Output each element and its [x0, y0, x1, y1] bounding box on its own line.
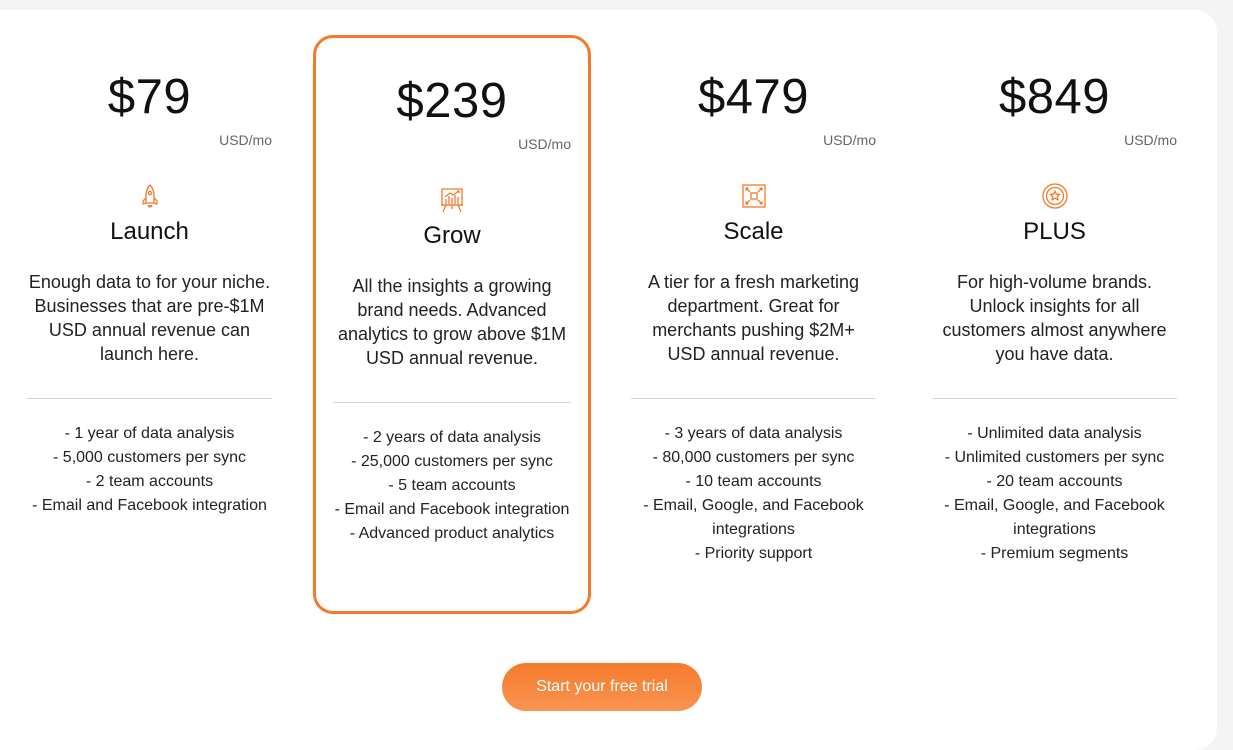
tier-price-unit: USD/mo: [518, 136, 571, 152]
feature-item: - 2 team accounts: [85, 473, 214, 490]
feature-item: - Unlimited customers per sync: [944, 449, 1165, 466]
tier-description: A tier for a fresh marketing department.…: [647, 272, 860, 364]
feature-item: - Email and Facebook integration: [32, 497, 267, 514]
feature-item: - Email, Google, and Facebook integratio…: [643, 497, 864, 538]
tier-name: Scale: [723, 218, 784, 245]
tier-feature-list: - 1 year of data analysis - 5,000 custom…: [27, 422, 272, 518]
scale-expand-icon: [740, 182, 768, 210]
feature-item: - 5 team accounts: [388, 477, 516, 494]
tier-price: $849: [998, 70, 1110, 124]
feature-item: - Advanced product analytics: [349, 525, 555, 542]
tier-feature-list: - 2 years of data analysis - 25,000 cust…: [333, 426, 571, 546]
feature-item: - 10 team accounts: [685, 473, 822, 490]
tier-feature-list: - 3 years of data analysis - 80,000 cust…: [631, 422, 876, 566]
tier-price-unit: USD/mo: [1124, 132, 1177, 148]
start-free-trial-button[interactable]: Start your free trial: [502, 663, 702, 711]
tier-description: All the insights a growing brand needs. …: [337, 276, 567, 368]
feature-item: - Priority support: [694, 545, 813, 562]
tier-divider: [631, 398, 876, 399]
tier-divider: [27, 398, 272, 399]
feature-item: - 2 years of data analysis: [363, 429, 541, 446]
feature-item: - Premium segments: [980, 545, 1129, 562]
rocket-icon: [136, 182, 164, 210]
feature-item: - 25,000 customers per sync: [351, 453, 553, 470]
tier-price: $479: [697, 70, 809, 124]
feature-item: - Email, Google, and Facebook integratio…: [944, 497, 1165, 538]
tier-description: Enough data to for your niche. Businesse…: [28, 272, 271, 364]
feature-item: - 5,000 customers per sync: [53, 449, 246, 466]
tier-price: $239: [396, 74, 508, 128]
feature-item: - 20 team accounts: [986, 473, 1123, 490]
feature-item: - 1 year of data analysis: [64, 425, 235, 442]
feature-item: - Unlimited data analysis: [967, 425, 1142, 442]
tier-price: $79: [107, 70, 192, 124]
tier-price-unit: USD/mo: [823, 132, 876, 148]
tier-name: Launch: [110, 218, 189, 245]
tier-price-unit: USD/mo: [219, 132, 272, 148]
tier-divider: [932, 398, 1177, 399]
tier-divider: [333, 402, 571, 403]
tier-feature-list: - Unlimited data analysis - Unlimited cu…: [932, 422, 1177, 566]
feature-item: - 80,000 customers per sync: [652, 449, 855, 466]
tier-name: Grow: [423, 222, 481, 249]
tier-description: For high-volume brands. Unlock insights …: [942, 272, 1167, 364]
growth-chart-easel-icon: [438, 186, 466, 214]
feature-item: - 3 years of data analysis: [664, 425, 843, 442]
tier-name: PLUS: [1023, 218, 1086, 245]
feature-item: - Email and Facebook integration: [334, 501, 570, 518]
star-badge-icon: [1041, 182, 1069, 210]
